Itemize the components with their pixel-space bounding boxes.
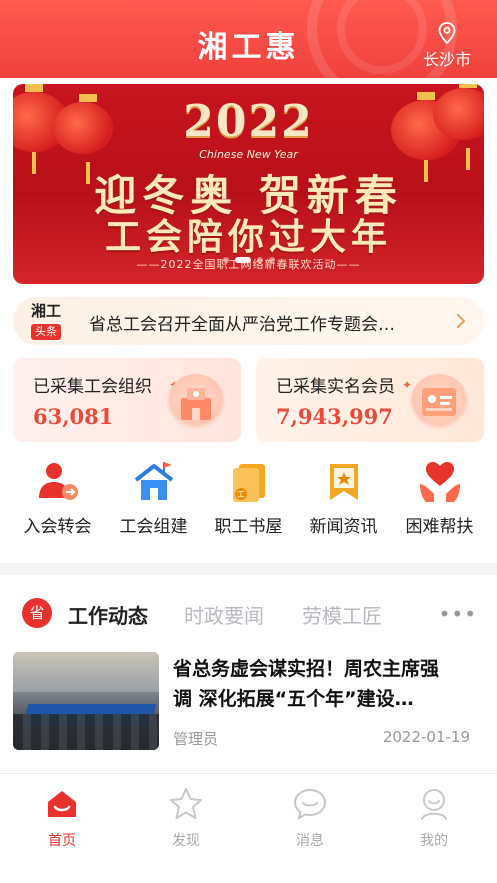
promo-banner[interactable]: 2022 Chinese New Year 迎冬奥 贺新春 工会陪你过大年 ——…	[13, 84, 484, 284]
location-selector[interactable]: 长沙市	[419, 22, 475, 70]
banner-subtitle: Chinese New Year	[199, 148, 298, 161]
bottom-tab-label: 发现	[172, 833, 200, 849]
bottom-tab-profile[interactable]: 我的	[372, 786, 496, 850]
app-screen: 湘工惠 长沙市 2022 Chinese New Year 迎冬奥 贺新春 工会…	[0, 0, 497, 883]
banner-caption: ——2022全国职工网络新春联欢活动——	[136, 258, 361, 271]
banner-year: 2022	[183, 96, 314, 147]
location-pin-icon	[438, 22, 456, 44]
building-icon	[181, 388, 211, 420]
bottom-tab-messages[interactable]: 消息	[248, 786, 372, 850]
bottom-tab-discover[interactable]: 发现	[124, 786, 248, 850]
quick-nav-reading-room[interactable]: 工 职工书屋	[199, 458, 298, 537]
star-icon	[170, 788, 202, 819]
quick-nav-label: 入会转会	[23, 517, 92, 537]
news-title-line: 调 深化拓展“五个年”建设…	[173, 688, 414, 710]
more-icon[interactable]: •••	[439, 602, 477, 626]
quick-nav: 入会转会 工会组建 工 职工书屋 新闻资讯 困难帮扶	[0, 458, 497, 554]
headline-ticker[interactable]: 湘工 头条 省总工会召开全面从严治党工作专题会…	[13, 297, 484, 345]
stat-label: 已采集工会组织	[33, 377, 152, 397]
tab-politics[interactable]: 时政要闻	[184, 600, 264, 629]
union-building-illustration	[167, 374, 225, 430]
stat-value: 63,081	[33, 404, 114, 429]
news-title: 省总务虚会谋实招！周农主席强 调 深化拓展“五个年”建设…	[173, 654, 478, 714]
bottom-tab-home[interactable]: 首页	[0, 786, 124, 850]
headline-badge: 湘工 头条	[31, 302, 75, 340]
news-bookmark-icon	[329, 464, 358, 500]
news-tabs: 省 工作动态 时政要闻 劳模工匠 •••	[0, 588, 497, 636]
news-date: 2022-01-19	[382, 728, 470, 746]
person-transfer-icon	[38, 463, 78, 500]
stat-card-unions[interactable]: 已采集工会组织 63,081 ✦	[13, 358, 241, 442]
quick-nav-news[interactable]: 新闻资讯	[294, 458, 393, 537]
profile-icon	[421, 789, 447, 820]
bottom-tab-bar: 首页 发现 消息 我的	[0, 774, 497, 883]
bottom-tab-label: 消息	[296, 833, 324, 849]
book-icon: 工	[232, 464, 265, 502]
news-author: 管理员	[173, 730, 219, 748]
quick-nav-assistance[interactable]: 困难帮扶	[390, 458, 489, 537]
quick-nav-union-setup[interactable]: 工会组建	[104, 458, 203, 537]
quick-nav-join-transfer[interactable]: 入会转会	[8, 458, 107, 537]
quick-nav-label: 新闻资讯	[309, 517, 378, 537]
stat-card-members[interactable]: 已采集实名会员 7,943,997 ✦	[256, 358, 484, 442]
quick-nav-label: 工会组建	[119, 517, 188, 537]
location-city: 长沙市	[422, 50, 471, 69]
news-thumbnail	[13, 652, 159, 750]
news-list-item[interactable]: 省总务虚会谋实招！周农主席强 调 深化拓展“五个年”建设… 管理员 2022-0…	[13, 652, 484, 752]
news-title-line: 省总务虚会谋实招！周农主席强	[173, 658, 440, 680]
headline-text[interactable]: 省总工会召开全面从严治党工作专题会…	[89, 310, 449, 335]
bottom-tab-label: 首页	[48, 833, 76, 849]
app-header: 湘工惠 长沙市	[0, 0, 497, 78]
stat-label: 已采集实名会员	[276, 377, 395, 397]
home-icon	[48, 791, 76, 817]
tab-model-workers[interactable]: 劳模工匠	[302, 600, 382, 629]
quick-nav-label: 职工书屋	[214, 517, 283, 537]
section-divider	[0, 563, 497, 575]
headline-badge-top: 湘工	[31, 302, 62, 320]
chevron-right-icon[interactable]	[456, 313, 466, 329]
id-card-icon	[422, 388, 456, 416]
province-seal-icon: 省	[22, 598, 52, 628]
tab-work-news[interactable]: 工作动态	[68, 600, 148, 629]
bottom-tab-label: 我的	[420, 833, 448, 849]
stat-value: 7,943,997	[276, 404, 393, 429]
house-flag-icon	[134, 462, 173, 500]
quick-nav-label: 困难帮扶	[405, 517, 474, 537]
heart-hands-icon	[419, 462, 460, 502]
message-icon	[293, 788, 327, 820]
svg-text:工: 工	[237, 490, 245, 499]
headline-badge-bottom: 头条	[31, 324, 61, 340]
member-card-illustration	[410, 374, 468, 430]
